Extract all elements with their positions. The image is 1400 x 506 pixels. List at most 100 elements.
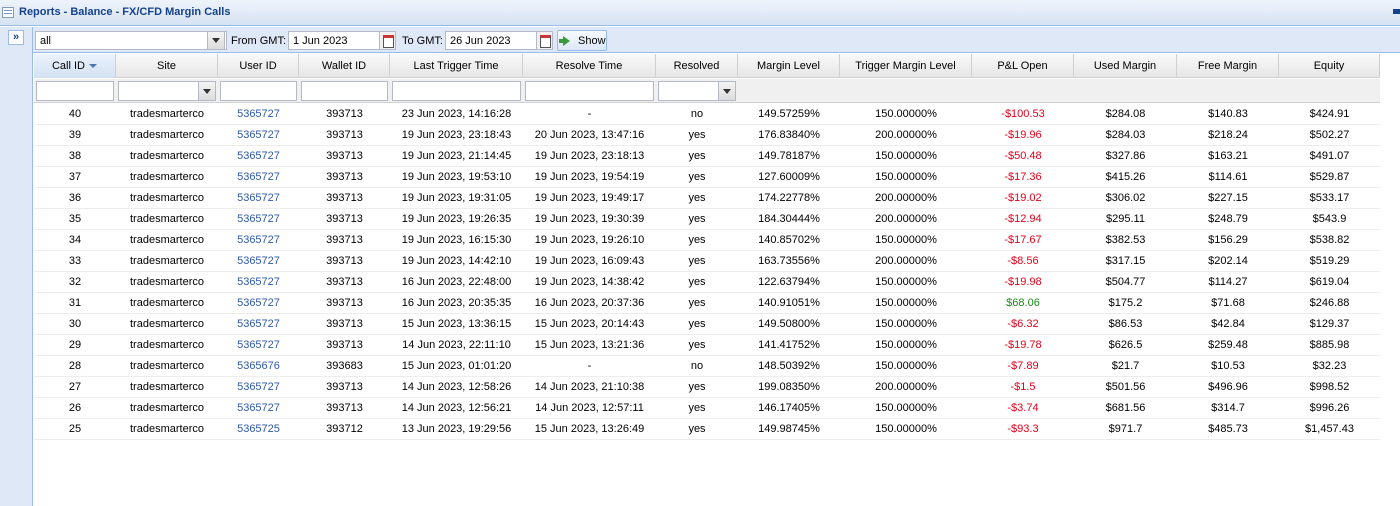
from-date-field[interactable]: 1 Jun 2023 — [288, 31, 380, 50]
cell-call-id: 38 — [68, 150, 82, 162]
to-date-field[interactable]: 26 Jun 2023 — [445, 31, 537, 50]
cell-user-id[interactable]: 5365727 — [218, 272, 299, 293]
cell-trigger-margin-level: 150.00000% — [875, 339, 937, 351]
filter-wallet-id[interactable] — [301, 81, 388, 101]
cell-user-id[interactable]: 5365727 — [218, 293, 299, 314]
column-header-free-margin[interactable]: Free Margin — [1177, 54, 1279, 78]
table-row[interactable]: 26 tradesmarterco 5365727 393713 14 Jun 2023… — [34, 398, 1380, 419]
table-row[interactable]: 29 tradesmarterco 5365727 393713 14 Jun 2023… — [34, 335, 1380, 356]
column-header-last-trigger-time[interactable]: Last Trigger Time — [390, 54, 523, 78]
cell-user-id[interactable]: 5365727 — [218, 314, 299, 335]
table-row[interactable]: 40 tradesmarterco 5365727 393713 23 Jun 2023… — [34, 104, 1380, 125]
cell-trigger-margin-level: 150.00000% — [875, 171, 937, 183]
column-header-site[interactable]: Site — [116, 54, 218, 78]
table-row[interactable]: 25 tradesmarterco 5365725 393712 13 Jun 2023… — [34, 419, 1380, 440]
filter-resolved[interactable] — [658, 81, 736, 101]
chevron-down-icon[interactable] — [718, 82, 735, 100]
expand-sidebar-button[interactable]: » — [8, 30, 24, 45]
filter-resolve-time[interactable] — [525, 81, 654, 101]
cell-last-trigger-time: 19 Jun 2023, 21:14:45 — [401, 150, 512, 162]
cell-used-margin: $284.08 — [1105, 108, 1146, 120]
cell-pnl-open: -$19.78 — [1004, 339, 1042, 351]
cell-free-margin: $227.15 — [1208, 192, 1248, 204]
column-header-trigger-margin-level[interactable]: Trigger Margin Level — [840, 54, 972, 78]
cell-user-id[interactable]: 5365727 — [218, 209, 299, 230]
cell-site: tradesmarterco — [130, 171, 204, 183]
cell-user-id[interactable]: 5365727 — [218, 230, 299, 251]
table-row[interactable]: 34 tradesmarterco 5365727 393713 19 Jun 2023… — [34, 230, 1380, 251]
cell-resolved: yes — [688, 234, 706, 246]
table-row[interactable]: 31 tradesmarterco 5365727 393713 16 Jun 2023… — [34, 293, 1380, 314]
cell-resolve-time: 19 Jun 2023, 16:09:43 — [534, 255, 645, 267]
cell-margin-level: 174.22778% — [758, 192, 820, 204]
cell-wallet-id: 393712 — [326, 423, 363, 435]
show-button[interactable]: Show — [557, 30, 607, 51]
cell-call-id: 35 — [68, 213, 82, 225]
collapse-panel-icon[interactable] — [1393, 9, 1400, 14]
table-row[interactable]: 35 tradesmarterco 5365727 393713 19 Jun 2023… — [34, 209, 1380, 230]
filter-last-trigger-time[interactable] — [392, 81, 521, 101]
cell-user-id[interactable]: 5365727 — [218, 104, 299, 125]
column-header-equity[interactable]: Equity — [1279, 54, 1380, 78]
filter-site[interactable] — [118, 81, 216, 101]
column-header-pnl-open[interactable]: P&L Open — [972, 54, 1074, 78]
cell-user-id[interactable]: 5365727 — [218, 398, 299, 419]
column-header-user-id[interactable]: User ID — [218, 54, 299, 78]
cell-pnl-open: $68.06 — [1006, 297, 1040, 309]
cell-user-id[interactable]: 5365727 — [218, 167, 299, 188]
column-header-margin-level[interactable]: Margin Level — [738, 54, 840, 78]
to-date-label: To GMT: — [402, 35, 443, 47]
site-select-dropdown-icon[interactable] — [207, 31, 225, 50]
column-header-resolve-time[interactable]: Resolve Time — [523, 54, 656, 78]
cell-free-margin: $114.61 — [1208, 171, 1248, 183]
cell-wallet-id: 393713 — [326, 297, 363, 309]
column-header-call-id[interactable]: Call ID — [34, 54, 116, 78]
table-row[interactable]: 39 tradesmarterco 5365727 393713 19 Jun 2023… — [34, 125, 1380, 146]
cell-margin-level: 184.30444% — [758, 213, 820, 225]
to-date-calendar-icon[interactable] — [536, 31, 553, 50]
table-row[interactable]: 37 tradesmarterco 5365727 393713 19 Jun 2023… — [34, 167, 1380, 188]
cell-last-trigger-time: 14 Jun 2023, 12:56:21 — [401, 402, 512, 414]
table-row[interactable]: 27 tradesmarterco 5365727 393713 14 Jun 2023… — [34, 377, 1380, 398]
table-row[interactable]: 28 tradesmarterco 5365676 393683 15 Jun 2023… — [34, 356, 1380, 377]
cell-user-id[interactable]: 5365727 — [218, 335, 299, 356]
cell-trigger-margin-level: 150.00000% — [875, 150, 937, 162]
from-date-calendar-icon[interactable] — [379, 31, 396, 50]
table-row[interactable]: 33 tradesmarterco 5365727 393713 19 Jun 2023… — [34, 251, 1380, 272]
cell-trigger-margin-level: 200.00000% — [875, 192, 937, 204]
cell-user-id[interactable]: 5365727 — [218, 251, 299, 272]
cell-last-trigger-time: 19 Jun 2023, 16:15:30 — [401, 234, 512, 246]
column-header-used-margin[interactable]: Used Margin — [1074, 54, 1177, 78]
cell-site: tradesmarterco — [130, 360, 204, 372]
filter-user-id[interactable] — [220, 81, 297, 101]
column-header-label: Equity — [1313, 60, 1345, 72]
cell-wallet-id: 393713 — [326, 402, 363, 414]
table-row[interactable]: 30 tradesmarterco 5365727 393713 15 Jun 2023… — [34, 314, 1380, 335]
column-header-wallet-id[interactable]: Wallet ID — [299, 54, 390, 78]
cell-user-id[interactable]: 5365727 — [218, 188, 299, 209]
cell-resolve-time: - — [587, 360, 592, 372]
grid-header: Call ID Site User ID Wallet ID Last Trigger … — [34, 54, 1380, 78]
table-row[interactable]: 32 tradesmarterco 5365727 393713 16 Jun 2023… — [34, 272, 1380, 293]
cell-used-margin: $284.03 — [1105, 129, 1146, 141]
site-select[interactable]: all — [35, 31, 227, 50]
cell-user-id[interactable]: 5365727 — [218, 125, 299, 146]
cell-last-trigger-time: 19 Jun 2023, 14:42:10 — [401, 255, 512, 267]
table-row[interactable]: 38 tradesmarterco 5365727 393713 19 Jun 2023… — [34, 146, 1380, 167]
table-row[interactable]: 36 tradesmarterco 5365727 393713 19 Jun 2023… — [34, 188, 1380, 209]
cell-site: tradesmarterco — [130, 234, 204, 246]
chevron-down-icon[interactable] — [198, 82, 215, 100]
cell-pnl-open: -$7.89 — [1007, 360, 1039, 372]
cell-resolve-time: 15 Jun 2023, 13:26:49 — [534, 423, 645, 435]
cell-user-id[interactable]: 5365676 — [218, 356, 299, 377]
cell-last-trigger-time: 19 Jun 2023, 19:53:10 — [401, 171, 512, 183]
cell-user-id[interactable]: 5365727 — [218, 377, 299, 398]
filter-call-id[interactable] — [36, 81, 114, 101]
cell-pnl-open: -$19.96 — [1004, 129, 1042, 141]
cell-user-id[interactable]: 5365725 — [218, 419, 299, 440]
cell-site: tradesmarterco — [130, 255, 204, 267]
cell-site: tradesmarterco — [130, 192, 204, 204]
cell-user-id[interactable]: 5365727 — [218, 146, 299, 167]
collapsed-sidebar: » — [0, 27, 33, 506]
column-header-resolved[interactable]: Resolved — [656, 54, 738, 78]
